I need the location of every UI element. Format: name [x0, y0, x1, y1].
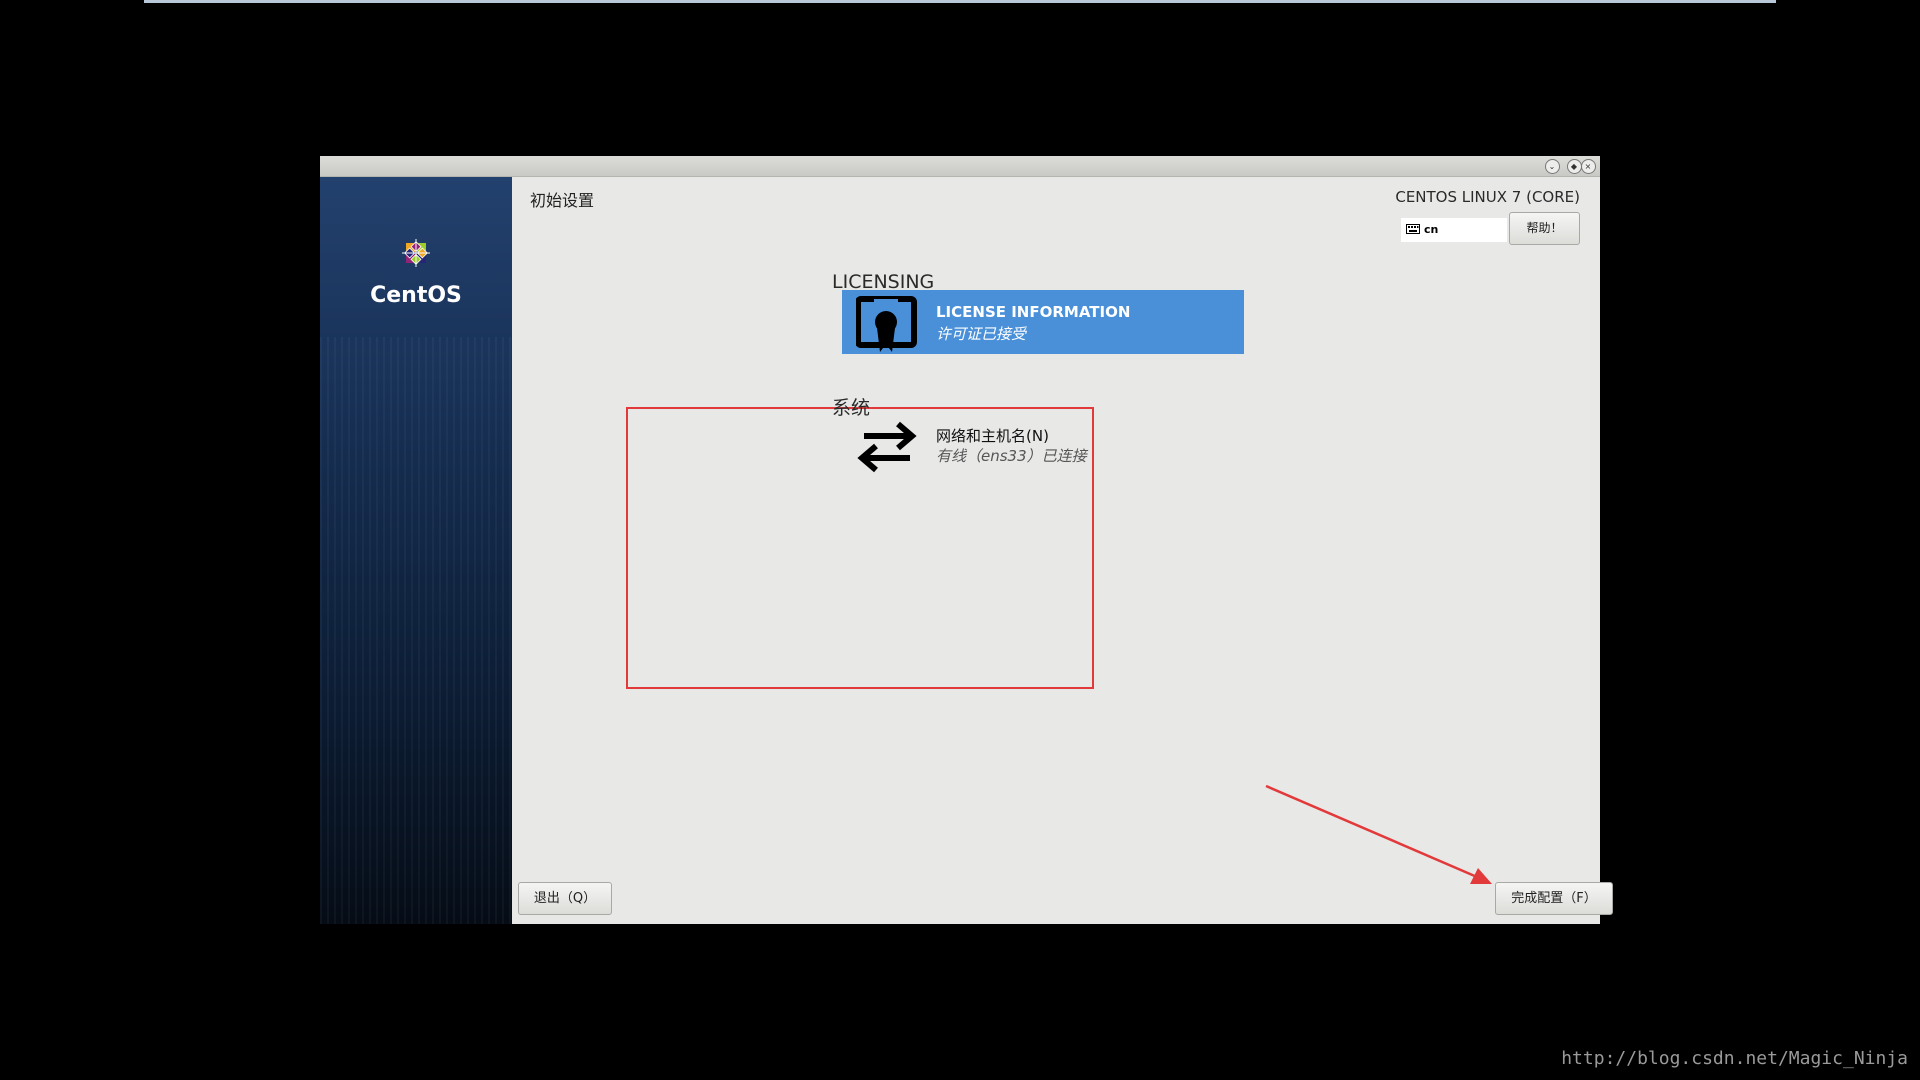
spoke-status: 有线（ens33）已连接 — [936, 447, 1087, 465]
quit-button[interactable]: 退出（Q） — [518, 882, 612, 915]
page-title: 初始设置 — [530, 191, 595, 210]
spoke-title: 网络和主机名(N) — [936, 427, 1049, 445]
minimize-button[interactable]: ⌄ — [1544, 158, 1560, 174]
close-icon: × — [1580, 159, 1596, 174]
watermark-url: http://blog.csdn.net/Magic_Ninja — [1561, 1048, 1908, 1069]
spoke-license-information[interactable]: LICENSE INFORMATION 许可证已接受 — [842, 290, 1244, 354]
help-button[interactable]: 帮助！ — [1509, 212, 1580, 245]
sidebar: CentOS — [320, 177, 512, 924]
annotation-arrow — [1265, 784, 1492, 884]
license-icon — [856, 296, 917, 352]
network-arrows-icon — [857, 421, 917, 473]
product-name: CENTOS LINUX 7 (CORE) — [1395, 188, 1580, 206]
top-edge-line — [144, 0, 1776, 3]
centos-logo-icon — [402, 239, 430, 267]
keyboard-layout-label: cn — [1424, 223, 1439, 236]
spoke-network-hostname[interactable]: 网络和主机名(N) 有线（ens33）已连接 — [842, 412, 1244, 476]
sidebar-texture — [320, 337, 512, 924]
chevron-down-icon: ⌄ — [1544, 159, 1560, 174]
spoke-status: 许可证已接受 — [936, 325, 1027, 343]
keyboard-layout-indicator[interactable]: cn — [1401, 218, 1507, 242]
finish-configuration-button[interactable]: 完成配置（F） — [1495, 882, 1613, 915]
spoke-title: LICENSE INFORMATION — [936, 303, 1131, 321]
window-titlebar: ⌄ ◆ × — [320, 156, 1600, 177]
keyboard-icon — [1406, 224, 1420, 234]
brand-name: CentOS — [370, 283, 462, 308]
close-button[interactable]: × — [1580, 158, 1596, 174]
